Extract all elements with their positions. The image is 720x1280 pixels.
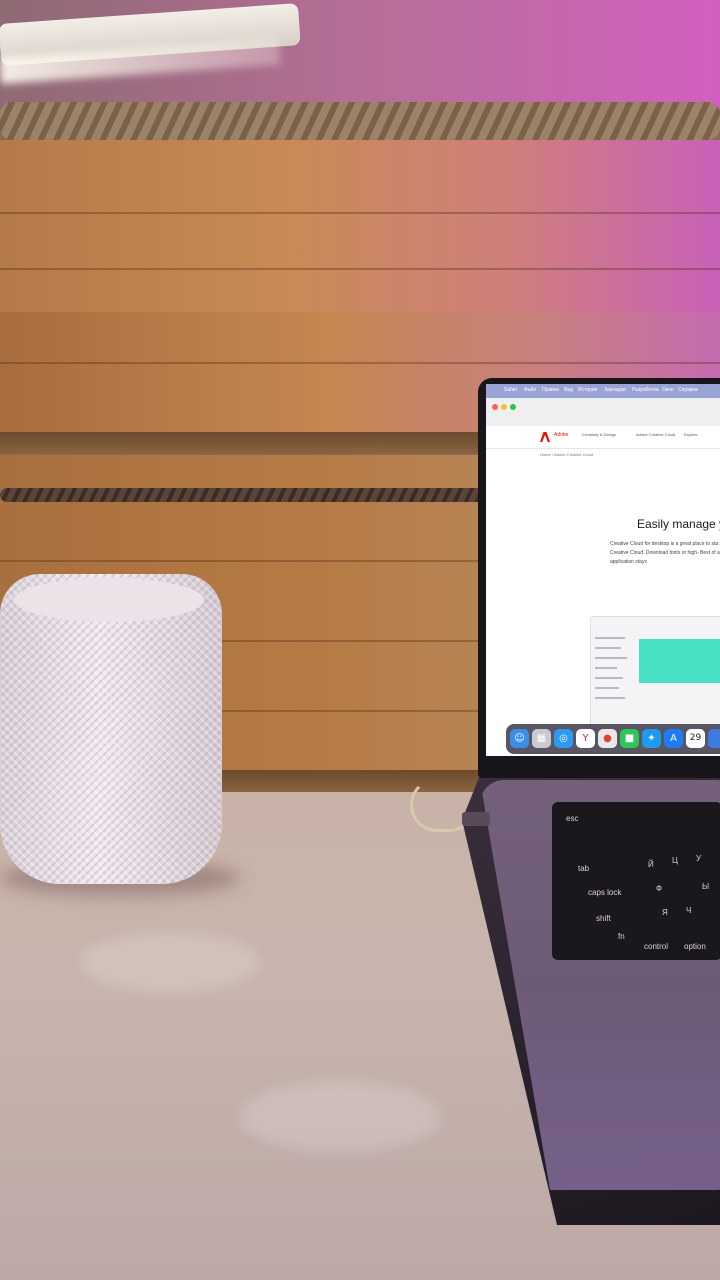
- facetime-icon[interactable]: ■: [620, 729, 639, 748]
- menu-item[interactable]: Справка: [678, 387, 698, 393]
- preview-line: [595, 657, 627, 659]
- menu-item[interactable]: Окно: [662, 387, 674, 393]
- key-esc: esc: [566, 814, 579, 823]
- wall-log: [0, 140, 720, 315]
- twitter-icon[interactable]: ✦: [642, 729, 661, 748]
- menu-item[interactable]: Правка: [542, 387, 559, 393]
- desk-texture: [240, 1082, 440, 1152]
- magsafe-connector: [462, 812, 490, 826]
- zoom-window-button[interactable]: [510, 404, 516, 410]
- menu-item[interactable]: Разработка: [632, 387, 659, 393]
- menu-item[interactable]: История: [578, 387, 597, 393]
- key-control: control: [644, 942, 669, 951]
- nav-link[interactable]: Explore: [684, 432, 698, 437]
- laptop-screen: Safari Файл Правка Вид История Закладки …: [486, 384, 720, 756]
- key-letter: Й: [648, 860, 654, 869]
- wood-grain: [0, 212, 720, 214]
- menu-item[interactable]: Вид: [564, 387, 573, 393]
- key-letter: Ц: [672, 856, 678, 865]
- chrome-icon[interactable]: ●: [598, 729, 617, 748]
- preview-line: [595, 687, 619, 689]
- key-shift: shift: [596, 914, 611, 923]
- key-letter: Ы: [702, 882, 710, 891]
- adobe-brand[interactable]: Adobe: [554, 432, 568, 438]
- homepod-top: [14, 578, 204, 622]
- preview-line: [595, 647, 621, 649]
- close-window-button[interactable]: [492, 404, 498, 410]
- launchpad-icon[interactable]: ▦: [532, 729, 551, 748]
- wood-grain: [0, 268, 720, 270]
- preview-line: [595, 667, 617, 669]
- menu-item[interactable]: Файл: [524, 387, 536, 393]
- preview-line: [595, 677, 623, 679]
- key-option: option: [684, 942, 706, 951]
- key-tab: tab: [578, 864, 590, 873]
- minimize-window-button[interactable]: [501, 404, 507, 410]
- key-letter: Ч: [686, 906, 692, 915]
- calendar-icon[interactable]: 29: [686, 729, 705, 748]
- yandex-browser-icon[interactable]: Y: [576, 729, 595, 748]
- site-header: Adobe Creativity & Design Adobe Creative…: [486, 426, 720, 449]
- nav-link[interactable]: Adobe Creative Cloud: [636, 432, 675, 437]
- finder-icon[interactable]: ☺: [510, 729, 529, 748]
- safari-icon[interactable]: ◎: [554, 729, 573, 748]
- key-caps-lock: caps lock: [588, 888, 622, 897]
- key-letter: Я: [662, 908, 668, 917]
- macos-dock: ☺ ▦ ◎ Y ● ■ ✦ A 29: [506, 724, 720, 754]
- breadcrumb[interactable]: Home › Adobe Creative Cloud: [540, 452, 593, 457]
- photo-scene: esc tab caps lock shift fn control optio…: [0, 0, 720, 1280]
- app-preview-image: [590, 616, 720, 730]
- nav-link[interactable]: Creativity & Design: [582, 432, 616, 437]
- dock-app-icon[interactable]: [708, 729, 720, 748]
- preview-line: [595, 637, 625, 639]
- browser-toolbar: [486, 398, 720, 427]
- menu-item[interactable]: Safari: [504, 387, 517, 393]
- keyboard: esc tab caps lock shift fn control optio…: [552, 802, 720, 960]
- app-store-icon[interactable]: A: [664, 729, 683, 748]
- macos-menubar: Safari Файл Правка Вид История Закладки …: [486, 384, 720, 398]
- menu-item[interactable]: Закладки: [604, 387, 626, 393]
- preview-banner: [639, 639, 720, 683]
- hero-description: Creative Cloud for desktop is a great pl…: [610, 541, 720, 565]
- rope-top: [0, 102, 720, 140]
- wood-grain: [0, 362, 720, 364]
- preview-sidebar: [595, 633, 635, 723]
- page-title: Easily manage yo: [637, 517, 720, 531]
- preview-line: [595, 697, 625, 699]
- desk-texture: [80, 932, 260, 992]
- key-letter: Ф: [656, 884, 663, 893]
- key-letter: У: [696, 854, 702, 863]
- key-fn: fn: [618, 932, 625, 941]
